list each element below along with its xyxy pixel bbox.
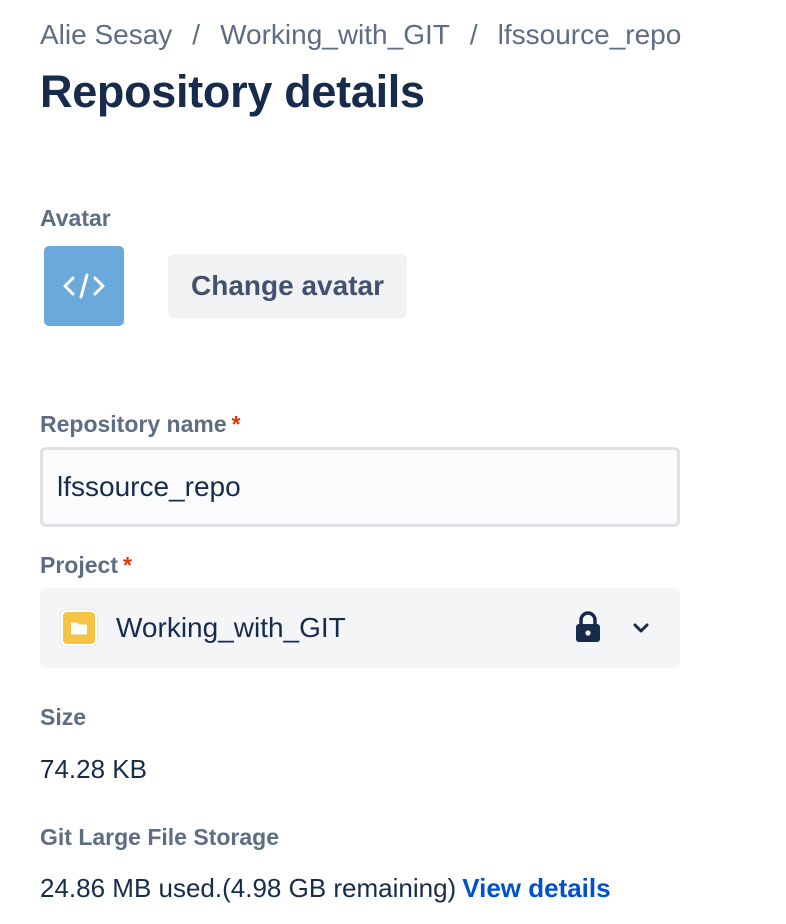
breadcrumb: Alie Sesay / Working_with_GIT / lfssource_re… bbox=[40, 18, 681, 52]
avatar-label: Avatar bbox=[40, 205, 111, 231]
required-marker: * bbox=[122, 552, 132, 578]
folder-icon bbox=[71, 622, 87, 635]
project-selected-value: Working_with_GIT bbox=[116, 612, 346, 643]
repository-name-label-text: Repository name bbox=[40, 411, 227, 437]
project-label: Project * bbox=[40, 551, 132, 579]
breadcrumb-item-repository[interactable]: lfssource_repo bbox=[498, 19, 682, 50]
project-label-text: Project bbox=[40, 552, 118, 578]
size-value: 74.28 KB bbox=[40, 754, 147, 784]
breadcrumb-item-user[interactable]: Alie Sesay bbox=[40, 19, 172, 50]
project-avatar bbox=[61, 610, 97, 646]
repository-name-input[interactable] bbox=[40, 447, 680, 527]
page-title: Repository details bbox=[40, 66, 425, 117]
chevron-down-icon[interactable] bbox=[629, 616, 653, 640]
breadcrumb-separator: / bbox=[469, 19, 478, 50]
project-select[interactable]: Working_with_GIT bbox=[40, 588, 680, 668]
required-marker: * bbox=[231, 411, 241, 437]
breadcrumb-item-project[interactable]: Working_with_GIT bbox=[220, 19, 450, 50]
view-details-link[interactable]: View details bbox=[462, 873, 610, 903]
change-avatar-button[interactable]: Change avatar bbox=[168, 254, 407, 318]
lfs-usage: 24.86 MB used.(4.98 GB remaining) View de… bbox=[40, 872, 611, 904]
code-icon bbox=[63, 273, 105, 299]
breadcrumb-separator: / bbox=[192, 19, 201, 50]
size-label: Size bbox=[40, 704, 87, 730]
repository-avatar bbox=[44, 246, 124, 326]
lock-icon bbox=[576, 611, 600, 642]
repository-name-label: Repository name * bbox=[40, 410, 241, 438]
lfs-label: Git Large File Storage bbox=[40, 824, 279, 850]
lfs-usage-text: 24.86 MB used.(4.98 GB remaining) bbox=[40, 873, 457, 903]
